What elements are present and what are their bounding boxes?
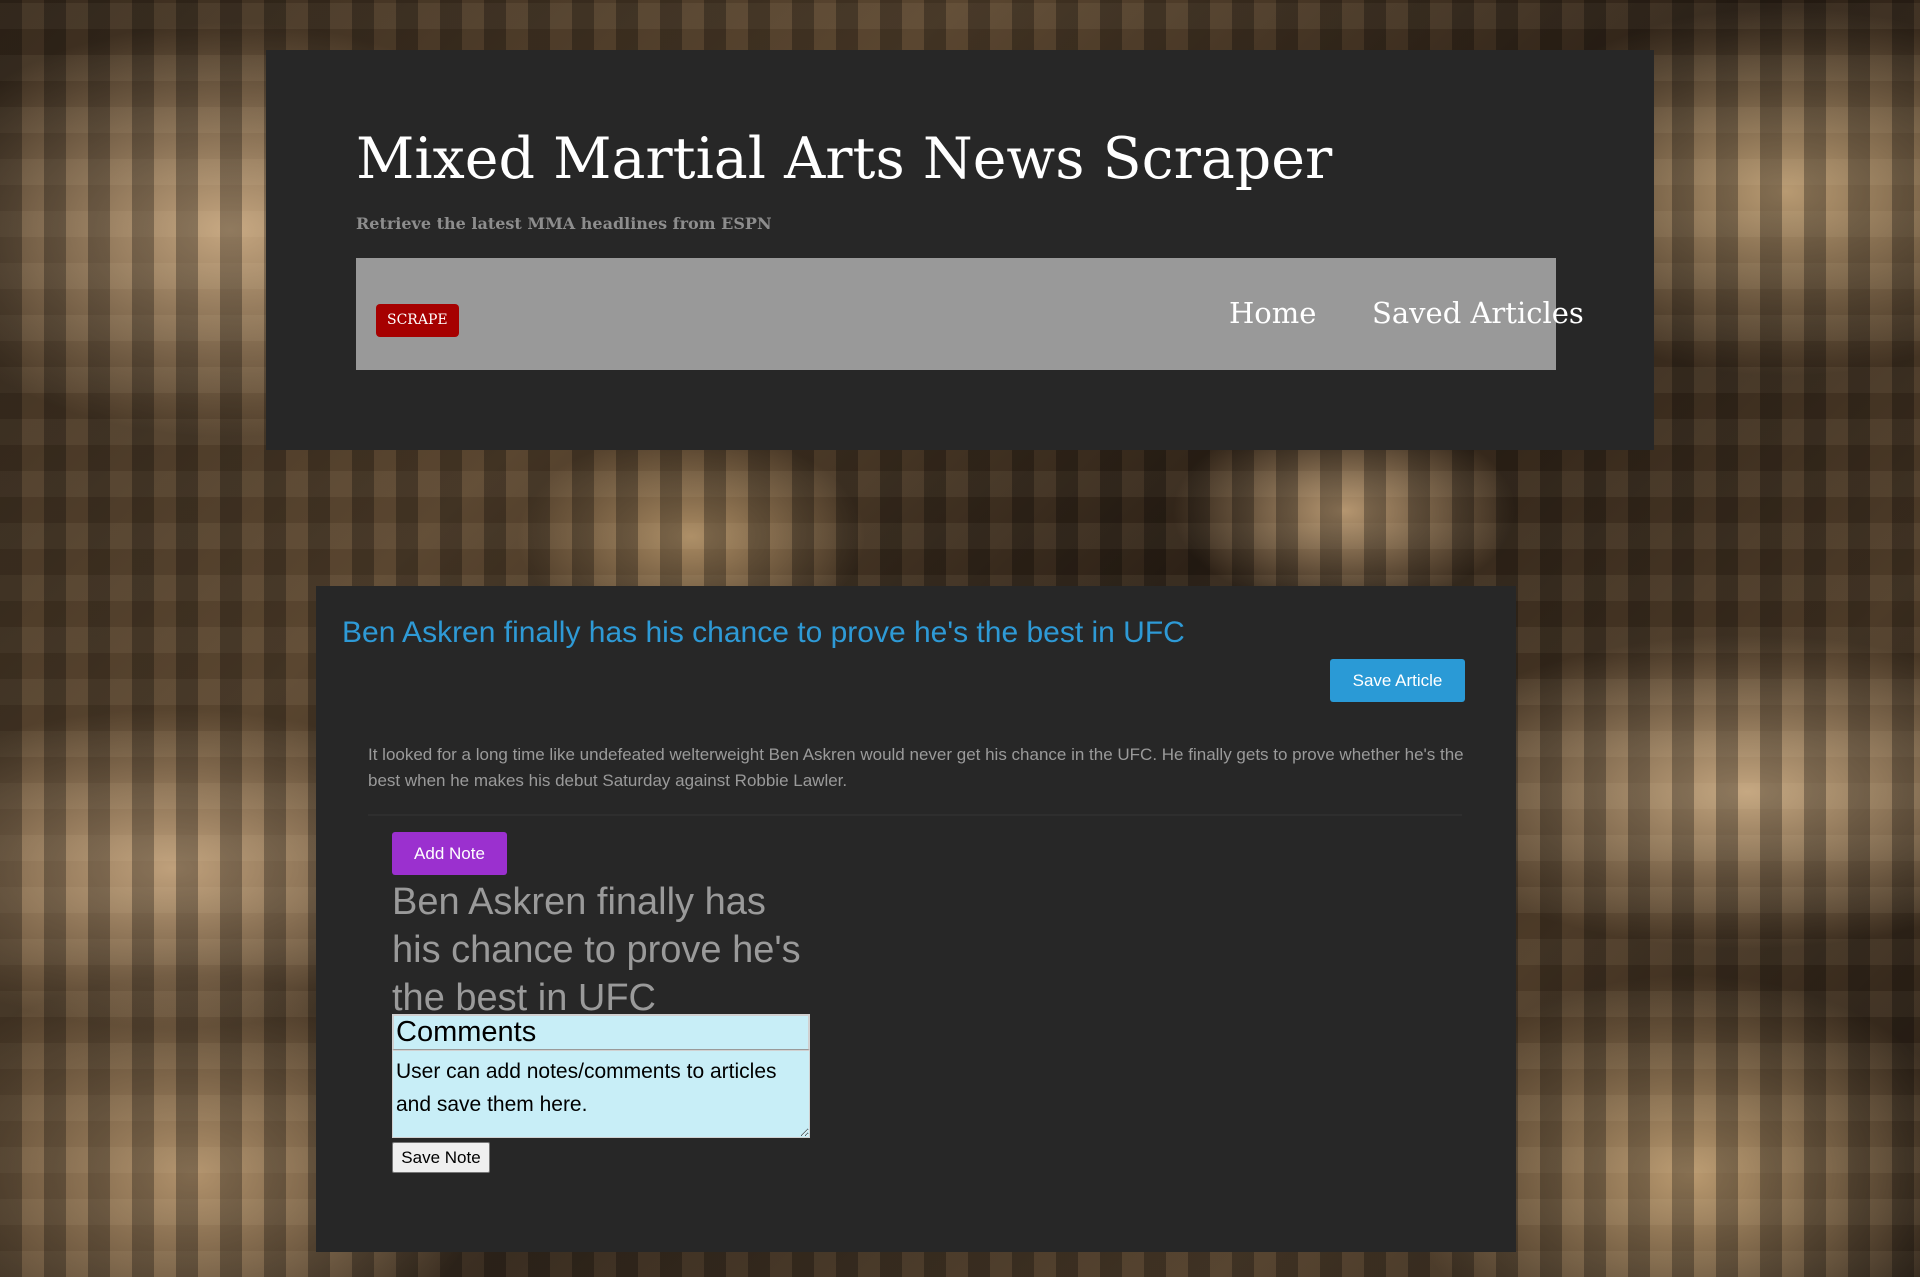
scrape-button[interactable]: SCRAPE	[376, 304, 459, 337]
article-title-link[interactable]: Ben Askren finally has his chance to pro…	[342, 616, 1185, 650]
add-note-button[interactable]: Add Note	[392, 832, 507, 875]
nav-link-saved-articles[interactable]: Saved Articles	[1372, 296, 1584, 330]
nav-link-home[interactable]: Home	[1229, 296, 1316, 330]
navbar: SCRAPE Home Saved Articles	[356, 258, 1584, 370]
site-subtitle: Retrieve the latest MMA headlines from E…	[356, 214, 772, 233]
note-title-input[interactable]	[392, 1014, 810, 1050]
save-article-button[interactable]: Save Article	[1330, 659, 1465, 702]
article-summary: It looked for a long time like undefeate…	[368, 745, 1464, 790]
note-body-textarea[interactable]: User can add notes/comments to articles …	[392, 1050, 810, 1138]
header-panel: Mixed Martial Arts News Scraper Retrieve…	[266, 50, 1654, 450]
article-card: Ben Askren finally has his chance to pro…	[316, 586, 1516, 1252]
save-note-button[interactable]: Save Note	[392, 1142, 490, 1173]
note-article-title: Ben Askren finally has his chance to pro…	[392, 881, 801, 1019]
site-title: Mixed Martial Arts News Scraper	[356, 126, 1333, 192]
notes-section: Add Note Ben Askren finally has his chan…	[368, 814, 1462, 1236]
